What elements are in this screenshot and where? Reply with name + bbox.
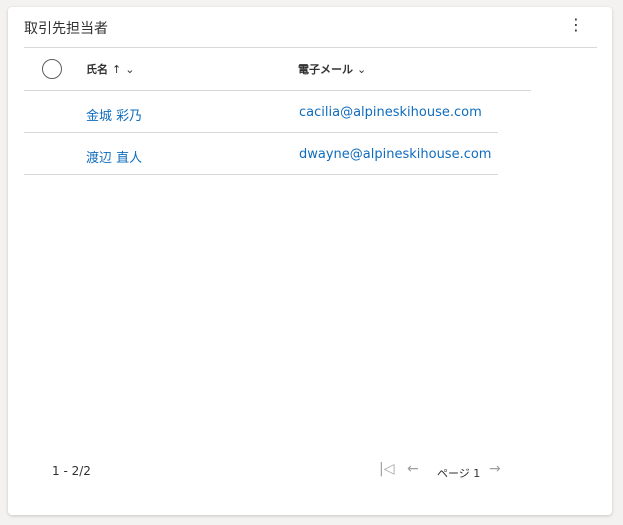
sort-ascending-icon: ↑ [112,62,122,76]
select-all-checkbox[interactable] [42,59,62,79]
chevron-down-icon[interactable]: ⌄ [125,63,134,76]
first-page-icon[interactable]: |◁ [379,461,394,477]
row-email-link[interactable]: dwayne@alpineskihouse.com [299,147,491,162]
previous-page-icon[interactable]: ← [407,461,419,477]
row-name-link[interactable]: 渡辺 直人 [86,147,142,166]
contacts-subgrid: 取引先担当者 ⋮ 氏名 ↑ ⌄ 電子メール ⌄ 金城 彩乃 cacilia@al… [8,7,612,515]
page-label: ページ 1 [437,467,481,480]
row-divider [24,174,498,175]
record-count: 1 - 2/2 [52,464,91,478]
divider [24,47,597,48]
more-vertical-icon[interactable]: ⋮ [568,15,584,34]
row-email-link[interactable]: cacilia@alpineskihouse.com [299,105,482,120]
column-header-email[interactable]: 電子メール ⌄ [298,61,366,77]
column-header-name[interactable]: 氏名 ↑ ⌄ [86,61,134,77]
row-divider [24,132,498,133]
divider [24,90,531,91]
column-label: 氏名 [86,63,108,76]
chevron-down-icon[interactable]: ⌄ [357,63,366,76]
subgrid-title: 取引先担当者 [24,21,108,37]
row-name-link[interactable]: 金城 彩乃 [86,105,142,124]
column-label: 電子メール [298,63,353,76]
next-page-icon[interactable]: → [489,461,501,477]
